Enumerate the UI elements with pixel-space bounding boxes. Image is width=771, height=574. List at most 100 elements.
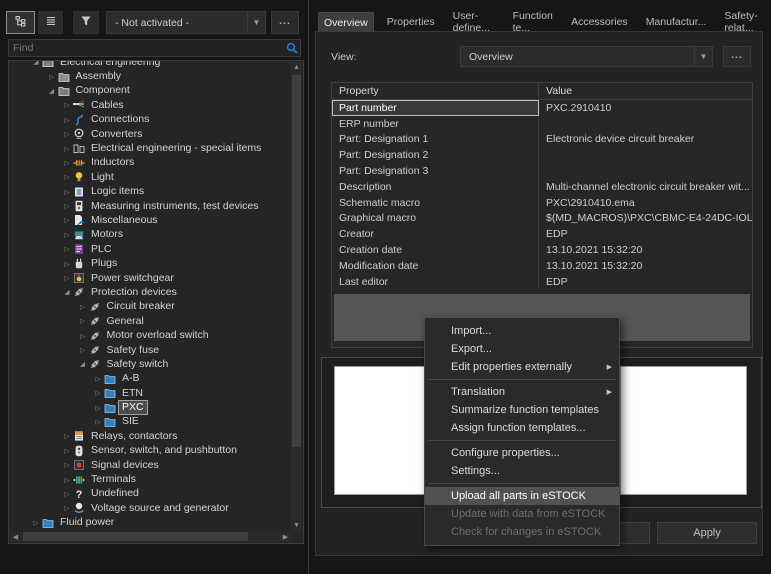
value-cell[interactable]: $(MD_MACROS)\PXC\CBMC-E4-24DC-IOL...	[539, 211, 752, 227]
tab-overview[interactable]: Overview	[318, 12, 374, 32]
table-row[interactable]: Part: Designation 1Electronic device cir…	[332, 132, 752, 148]
tree-item-protection-devices[interactable]: ◢Protection devices	[10, 285, 291, 299]
tree-view-button[interactable]	[6, 11, 35, 34]
property-cell[interactable]: ERP number	[332, 116, 539, 132]
expander-collapsed-icon[interactable]: ▷	[61, 116, 73, 124]
tree-item-fluid-power[interactable]: ▷Fluid power	[10, 516, 291, 530]
tree-item-power-switchgear[interactable]: ▷Power switchgear	[10, 271, 291, 285]
filter-button[interactable]	[73, 11, 99, 34]
search-icon[interactable]	[284, 42, 300, 54]
tree-item-circuit-breaker[interactable]: ▷Circuit breaker	[10, 300, 291, 314]
table-row[interactable]: ERP number	[332, 116, 752, 132]
expander-collapsed-icon[interactable]: ▷	[92, 389, 104, 397]
expander-collapsed-icon[interactable]: ▷	[61, 260, 73, 268]
tree-item-etn[interactable]: ▷ETN	[10, 386, 291, 400]
tab-accessories[interactable]: Accessories	[566, 12, 633, 32]
menu-item-settings[interactable]: Settings...	[425, 462, 619, 480]
table-row[interactable]: Graphical macro$(MD_MACROS)\PXC\CBMC-E4-…	[332, 211, 752, 227]
find-input[interactable]	[9, 42, 284, 54]
expander-collapsed-icon[interactable]: ▷	[61, 504, 73, 512]
expander-collapsed-icon[interactable]: ▷	[61, 145, 73, 153]
expander-collapsed-icon[interactable]: ▷	[61, 461, 73, 469]
expander-collapsed-icon[interactable]: ▷	[61, 447, 73, 455]
property-cell[interactable]: Description	[332, 179, 539, 195]
tab-properties[interactable]: Properties	[382, 12, 440, 32]
tree-item-plc[interactable]: ▷PLC	[10, 242, 291, 256]
expander-expanded-icon[interactable]: ◢	[30, 61, 42, 66]
value-cell[interactable]: Electronic device circuit breaker	[539, 132, 752, 148]
table-row[interactable]: Part numberPXC.2910410	[332, 100, 752, 116]
value-cell[interactable]: EDP	[539, 274, 752, 290]
tree-item-component[interactable]: ◢Component	[10, 84, 291, 98]
horizontal-scroll-thumb[interactable]	[23, 532, 248, 541]
menu-item-assign-function-templates[interactable]: Assign function templates...	[425, 419, 619, 437]
table-row[interactable]: Creation date13.10.2021 15:32:20	[332, 242, 752, 258]
chevron-down-icon[interactable]: ▼	[247, 12, 265, 33]
value-cell[interactable]: PXC\2910410.ema	[539, 195, 752, 211]
expander-collapsed-icon[interactable]: ▷	[61, 274, 73, 282]
expander-collapsed-icon[interactable]: ▷	[77, 332, 89, 340]
expander-expanded-icon[interactable]: ◢	[46, 87, 58, 95]
property-cell[interactable]: Creation date	[332, 242, 539, 258]
expander-collapsed-icon[interactable]: ▷	[61, 188, 73, 196]
expander-expanded-icon[interactable]: ◢	[61, 288, 73, 296]
tree-item-voltage-source-and-generator[interactable]: ▷Voltage source and generator	[10, 501, 291, 515]
vertical-scroll-thumb[interactable]	[292, 75, 301, 447]
table-row[interactable]: CreatorEDP	[332, 226, 752, 242]
value-cell[interactable]: Multi-channel electronic circuit breaker…	[539, 179, 752, 195]
expander-collapsed-icon[interactable]: ▷	[61, 173, 73, 181]
expander-collapsed-icon[interactable]: ▷	[61, 432, 73, 440]
table-row[interactable]: DescriptionMulti-channel electronic circ…	[332, 179, 752, 195]
value-cell[interactable]	[539, 163, 752, 179]
property-cell[interactable]: Part: Designation 1	[332, 132, 539, 148]
filter-scheme-dropdown[interactable]: - Not activated - ▼	[106, 11, 266, 34]
column-header-property[interactable]: Property	[332, 83, 539, 99]
expander-collapsed-icon[interactable]: ▷	[92, 375, 104, 383]
tree-item-sie[interactable]: ▷SIE	[10, 415, 291, 429]
list-view-button[interactable]	[38, 11, 63, 34]
expander-collapsed-icon[interactable]: ▷	[61, 159, 73, 167]
property-cell[interactable]: Schematic macro	[332, 195, 539, 211]
tree-item-sensor-switch-and-pushbutton[interactable]: ▷Sensor, switch, and pushbutton	[10, 444, 291, 458]
view-dropdown[interactable]: Overview ▼	[460, 46, 713, 67]
tree-item-signal-devices[interactable]: ▷Signal devices	[10, 458, 291, 472]
value-cell[interactable]	[539, 147, 752, 163]
tree-item-measuring-instruments-test-devices[interactable]: ▷Measuring instruments, test devices	[10, 199, 291, 213]
expander-collapsed-icon[interactable]: ▷	[77, 303, 89, 311]
expander-collapsed-icon[interactable]: ▷	[61, 231, 73, 239]
menu-item-configure-properties[interactable]: Configure properties...	[425, 444, 619, 462]
menu-item-translation[interactable]: Translation▶	[425, 383, 619, 401]
tree-item-relays-contactors[interactable]: ▷Relays, contactors	[10, 429, 291, 443]
tree-item-logic-items[interactable]: ▷Logic items	[10, 185, 291, 199]
expander-collapsed-icon[interactable]: ▷	[61, 245, 73, 253]
expander-collapsed-icon[interactable]: ▷	[30, 519, 42, 527]
tab-safety-relat[interactable]: Safety-relat...	[719, 12, 771, 32]
scroll-left-icon[interactable]: ◀	[10, 531, 21, 542]
expander-collapsed-icon[interactable]: ▷	[61, 476, 73, 484]
panel-splitter[interactable]	[308, 0, 309, 574]
menu-item-upload-all-parts-in-estock[interactable]: Upload all parts in eSTOCK	[425, 487, 619, 505]
scroll-right-icon[interactable]: ▶	[280, 531, 291, 542]
tree-item-assembly[interactable]: ▷Assembly	[10, 69, 291, 83]
column-header-value[interactable]: Value	[539, 83, 752, 99]
tree-item-pxc[interactable]: ▷PXC	[10, 400, 291, 414]
tree-item-safety-fuse[interactable]: ▷Safety fuse	[10, 343, 291, 357]
property-cell[interactable]: Creator	[332, 226, 539, 242]
tab-manufactur[interactable]: Manufactur...	[641, 12, 712, 32]
expander-collapsed-icon[interactable]: ▷	[61, 216, 73, 224]
table-row[interactable]: Part: Designation 3	[332, 163, 752, 179]
tree-item-miscellaneous[interactable]: ▷Miscellaneous	[10, 213, 291, 227]
table-row[interactable]: Schematic macroPXC\2910410.ema	[332, 195, 752, 211]
table-row[interactable]: Modification date13.10.2021 15:32:20	[332, 258, 752, 274]
tree-item-safety-switch[interactable]: ◢Safety switch	[10, 357, 291, 371]
menu-item-edit-properties-externally[interactable]: Edit properties externally▶	[425, 358, 619, 376]
filter-scheme-more-button[interactable]: ...	[271, 11, 299, 34]
table-row[interactable]: Last editorEDP	[332, 274, 752, 290]
property-cell[interactable]: Graphical macro	[332, 211, 539, 227]
tree-item-electrical-engineering[interactable]: ◢Electrical engineering	[10, 61, 291, 69]
tree-item-light[interactable]: ▷Light	[10, 170, 291, 184]
value-cell[interactable]: PXC.2910410	[539, 100, 752, 116]
scroll-up-icon[interactable]: ▲	[291, 62, 302, 73]
tree-item-cables[interactable]: ▷Cables	[10, 98, 291, 112]
property-cell[interactable]: Part: Designation 3	[332, 163, 539, 179]
